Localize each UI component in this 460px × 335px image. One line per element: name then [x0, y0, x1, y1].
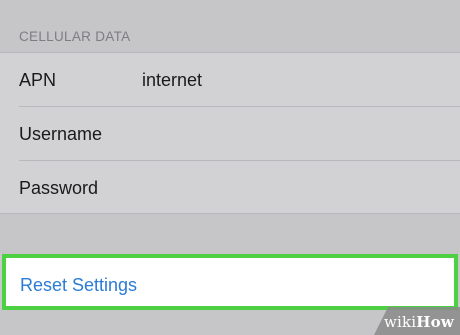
apn-label: APN	[19, 70, 57, 90]
section-gap	[0, 214, 460, 254]
password-row[interactable]: Password	[0, 161, 460, 215]
watermark-text: wikiHow	[384, 313, 454, 331]
section-title: CELLULAR DATA	[19, 29, 131, 44]
apn-value[interactable]: internet	[142, 70, 202, 91]
watermark-how: How	[416, 313, 454, 331]
cellular-data-header: CELLULAR DATA	[0, 0, 460, 52]
username-row[interactable]: Username	[0, 107, 460, 161]
watermark-wiki: wiki	[383, 313, 417, 331]
username-label: Username	[19, 124, 103, 144]
cellular-settings-group: APN internet Username Password	[0, 52, 460, 214]
wikihow-watermark: wikiHow	[374, 307, 460, 335]
reset-settings-button[interactable]: Reset Settings	[2, 254, 458, 310]
apn-row[interactable]: APN internet	[0, 53, 460, 107]
reset-settings-label: Reset Settings	[20, 275, 138, 295]
password-label: Password	[19, 178, 99, 198]
